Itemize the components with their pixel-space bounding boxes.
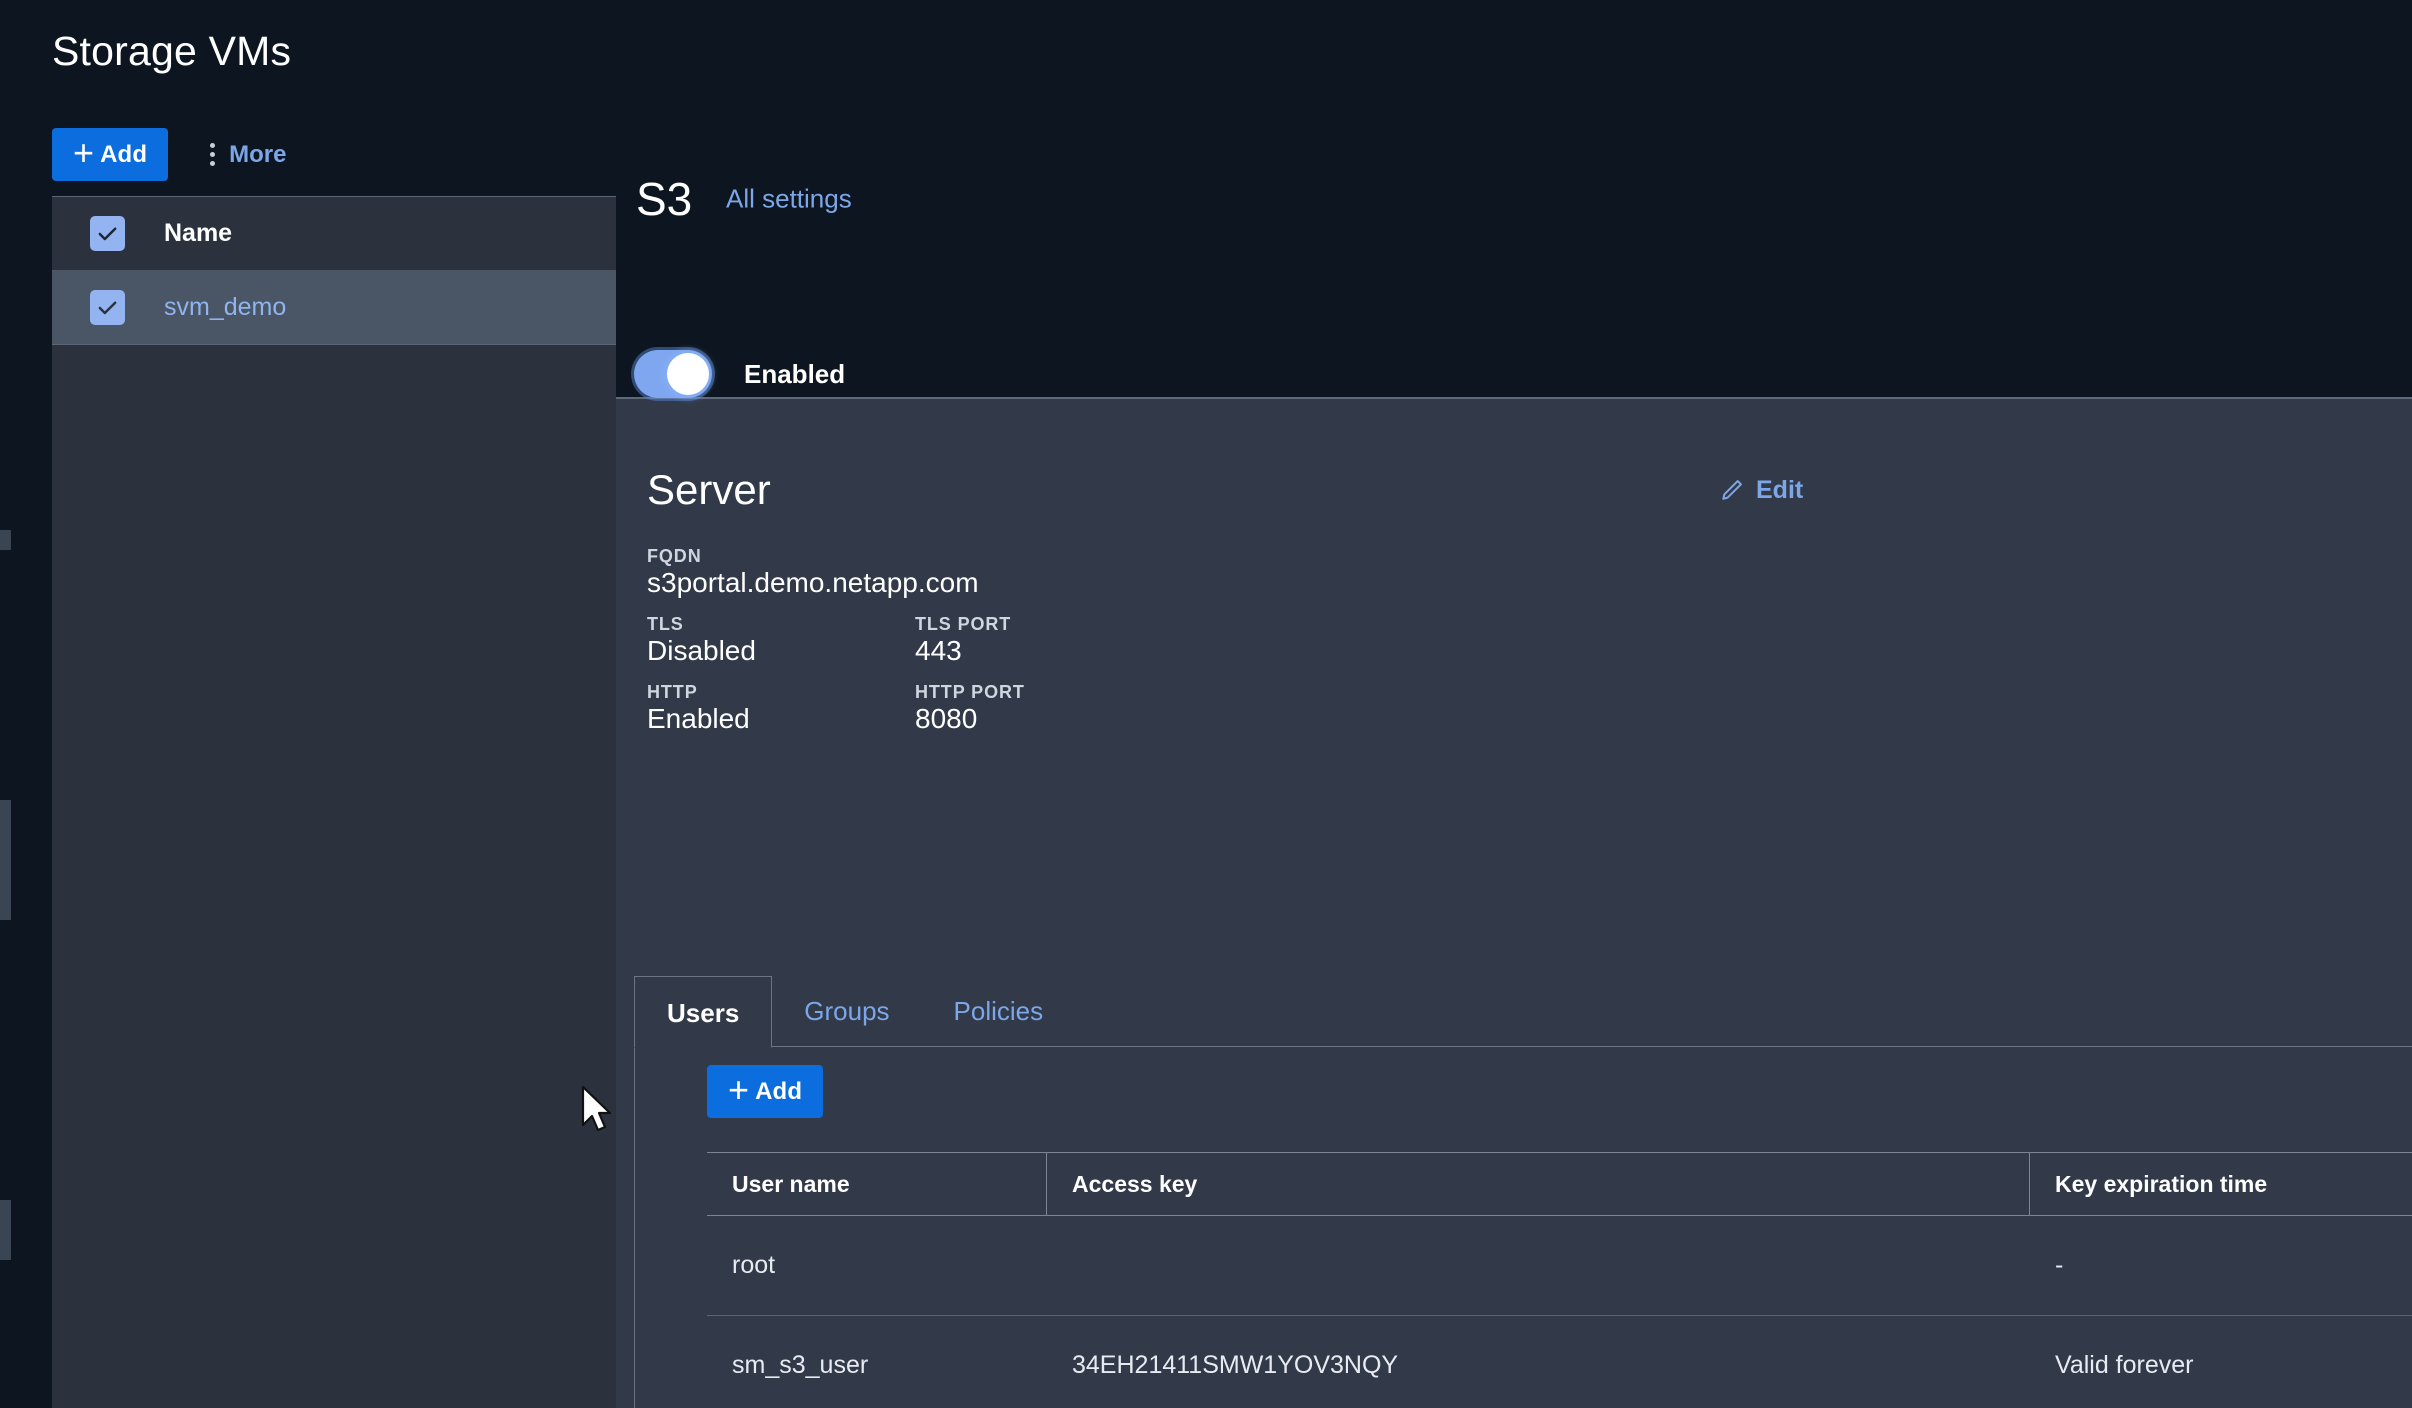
plus-icon: + (728, 1072, 749, 1108)
field-value-http-port: 8080 (915, 703, 977, 735)
field-label-tls: TLS (647, 614, 684, 635)
add-user-button[interactable]: + Add (707, 1065, 823, 1118)
cell-access-key: 34EH21411SMW1YOV3NQY (1047, 1316, 2030, 1408)
toggle-state-label: Enabled (744, 359, 845, 390)
field-label-tls-port: TLS PORT (915, 614, 1011, 635)
kebab-menu-icon (210, 143, 215, 166)
more-menu-button[interactable]: More (210, 141, 286, 169)
list-item[interactable]: svm_demo (52, 271, 630, 345)
select-all-checkbox[interactable] (90, 216, 125, 251)
edit-server-button[interactable]: Edit (1718, 476, 1803, 505)
cell-key-expiration-time: - (2030, 1216, 2412, 1315)
add-storage-vm-button[interactable]: + Add (52, 128, 168, 181)
field-label-http: HTTP (647, 682, 698, 703)
add-button-label: Add (100, 141, 147, 169)
rail-segment (0, 530, 11, 550)
field-value-fqdn: s3portal.demo.netapp.com (647, 567, 979, 599)
column-header-user-name[interactable]: User name (707, 1153, 1047, 1215)
cell-key-expiration-time: Valid forever (2030, 1316, 2412, 1408)
protocol-title: S3 (636, 172, 692, 226)
left-nav-rail (0, 0, 16, 1408)
all-settings-link[interactable]: All settings (726, 184, 852, 215)
row-checkbox[interactable] (90, 290, 125, 325)
toggle-knob (667, 353, 709, 395)
s3-enable-toggle[interactable] (634, 350, 712, 398)
pencil-icon (1718, 477, 1745, 504)
tab-strip: Users Groups Policies (634, 975, 1075, 1047)
tab-panel-left-border (634, 1046, 635, 1408)
users-table-header: User name Access key Key expiration time (707, 1152, 2412, 1216)
storage-vm-list: Name svm_demo (52, 196, 630, 1408)
field-value-tls: Disabled (647, 635, 756, 667)
detail-pane: S3 All settings Enabled Server Edit FQDN… (616, 0, 2412, 1408)
cell-user-name: root (707, 1216, 1047, 1315)
page-title: Storage VMs (52, 28, 291, 75)
add-user-label: Add (755, 1078, 802, 1106)
users-table: User name Access key Key expiration time… (707, 1152, 2412, 1408)
app-root: Storage VMs + Add More Name (0, 0, 2412, 1408)
cell-access-key (1047, 1216, 2030, 1315)
column-header-access-key[interactable]: Access key (1047, 1153, 2030, 1215)
field-label-fqdn: FQDN (647, 546, 702, 567)
storage-vm-name[interactable]: svm_demo (164, 293, 286, 322)
more-label: More (229, 141, 286, 169)
tab-users[interactable]: Users (634, 976, 772, 1048)
protocol-header: S3 All settings Enabled (616, 0, 2412, 399)
tab-groups[interactable]: Groups (772, 975, 921, 1047)
rail-segment (0, 800, 11, 920)
field-label-http-port: HTTP PORT (915, 682, 1025, 703)
storage-vms-pane: Storage VMs + Add More Name (16, 0, 616, 1408)
list-header-row: Name (52, 197, 630, 271)
server-heading: Server (647, 466, 771, 514)
field-value-tls-port: 443 (915, 635, 962, 667)
sidebar-toolbar: + Add More (52, 128, 286, 181)
column-header-key-expiration-time[interactable]: Key expiration time (2030, 1153, 2412, 1215)
plus-icon: + (73, 135, 94, 171)
cell-user-name: sm_s3_user (707, 1316, 1047, 1408)
table-row[interactable]: sm_s3_user 34EH21411SMW1YOV3NQY Valid fo… (707, 1316, 2412, 1408)
edit-label: Edit (1756, 476, 1803, 505)
field-value-http: Enabled (647, 703, 750, 735)
protocol-toggle-row: Enabled (634, 350, 845, 398)
tab-policies[interactable]: Policies (922, 975, 1076, 1047)
column-header-name: Name (164, 219, 232, 248)
rail-segment (0, 1200, 11, 1260)
table-row[interactable]: root - (707, 1216, 2412, 1316)
users-toolbar: + Add (707, 1065, 823, 1118)
